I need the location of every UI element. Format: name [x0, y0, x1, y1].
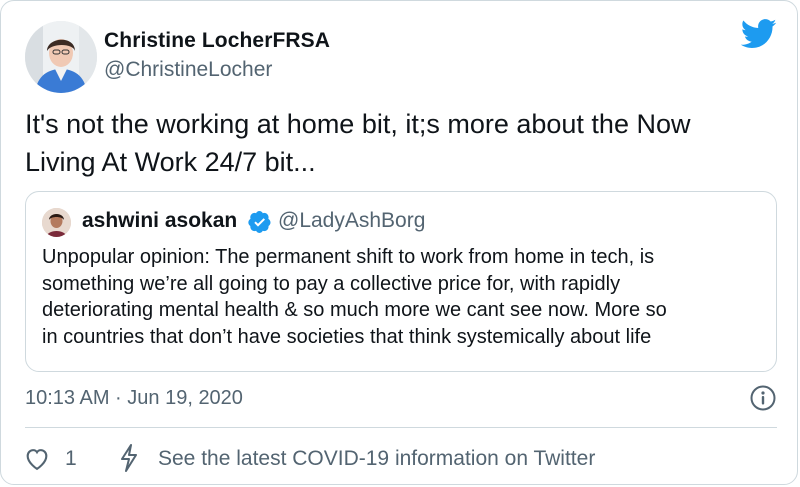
quoted-author-handle[interactable]: @LadyAshBorg [278, 209, 425, 233]
covid-info-link[interactable]: See the latest COVID-19 information on T… [158, 447, 595, 471]
quoted-author-avatar[interactable] [42, 208, 71, 237]
author-handle[interactable]: @ChristineLocher [104, 58, 272, 82]
divider [25, 427, 777, 428]
tweet-timestamp[interactable]: 10:13 AM · Jun 19, 2020 [25, 387, 243, 410]
tweet-text-line: It's not the working at home bit, it;s m… [25, 109, 691, 139]
author-name[interactable]: Christine LocherFRSA [104, 29, 330, 53]
quoted-text-line: in countries that don’t have societies t… [42, 325, 652, 348]
quoted-author-name[interactable]: ashwini asokan [82, 209, 237, 233]
tweet-text: It's not the working at home bit, it;s m… [25, 105, 765, 181]
tweet-card: Christine LocherFRSA @ChristineLocher It… [0, 0, 798, 485]
quoted-tweet-text: Unpopular opinion: The permanent shift t… [42, 244, 762, 350]
quoted-text-line: deteriorating mental health & so much mo… [42, 299, 667, 321]
twitter-bird-icon[interactable] [740, 19, 777, 49]
quoted-tweet[interactable]: ashwini asokan @LadyAshBorg Unpopular op… [25, 191, 777, 372]
like-count[interactable]: 1 [65, 447, 77, 471]
tweet-text-line: Living At Work 24/7 bit... [25, 147, 316, 177]
heart-icon[interactable] [23, 445, 51, 473]
info-icon[interactable] [750, 385, 776, 411]
quoted-text-line: something we’re all going to pay a colle… [42, 272, 621, 295]
verified-badge-icon [248, 210, 272, 234]
author-avatar[interactable] [25, 21, 97, 93]
lightning-bolt-icon[interactable] [117, 443, 141, 473]
quoted-text-line: Unpopular opinion: The permanent shift t… [42, 246, 655, 268]
